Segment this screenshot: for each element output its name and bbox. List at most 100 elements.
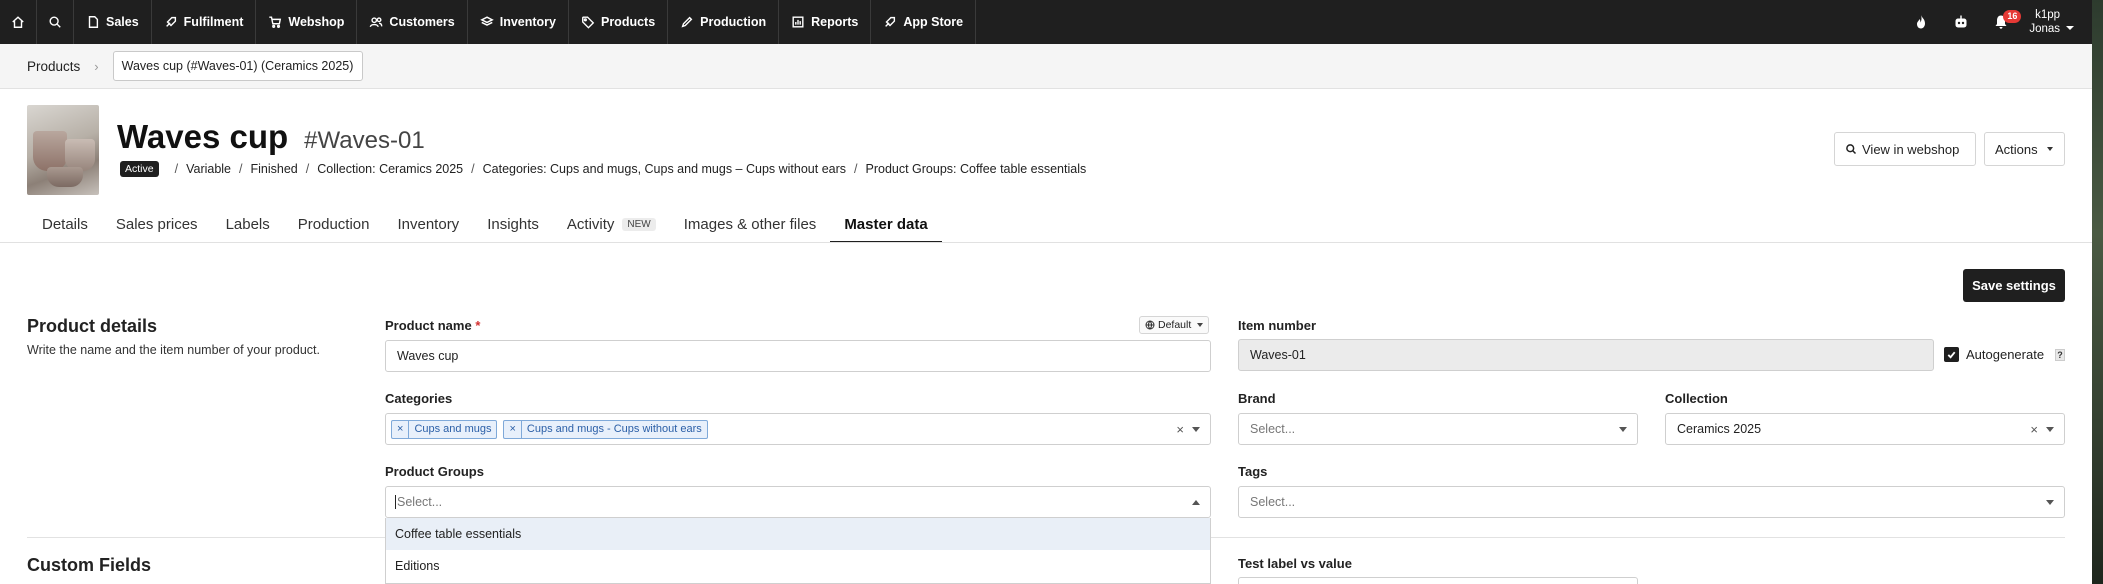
nav-fulfilment[interactable]: Fulfilment bbox=[152, 0, 257, 44]
tab-activity[interactable]: Activity NEW bbox=[553, 205, 670, 243]
breadcrumb-products-link[interactable]: Products bbox=[27, 59, 80, 74]
chevron-down-icon[interactable] bbox=[2046, 427, 2054, 432]
save-settings-button[interactable]: Save settings bbox=[1963, 269, 2065, 302]
tab-sales-prices[interactable]: Sales prices bbox=[102, 205, 212, 243]
clear-icon[interactable]: × bbox=[2030, 422, 2038, 437]
nav-customers[interactable]: Customers bbox=[357, 0, 468, 44]
user-menu[interactable]: k1pp Jonas bbox=[2021, 8, 2074, 36]
tab-label: Images & other files bbox=[683, 215, 817, 233]
nav-products[interactable]: Products bbox=[569, 0, 669, 44]
section-title-custom-fields: Custom Fields bbox=[27, 555, 152, 575]
search-button[interactable] bbox=[37, 0, 74, 44]
robot-button[interactable] bbox=[1941, 0, 1981, 44]
chevron-down-icon[interactable] bbox=[1619, 427, 1627, 432]
new-badge: NEW bbox=[622, 217, 656, 231]
meta-product-groups: Product Groups: Coffee table essentials bbox=[865, 162, 1087, 176]
chip-remove-button[interactable]: × bbox=[392, 420, 410, 438]
top-navigation: Sales Fulfilment Webshop Customers Inven… bbox=[0, 0, 2092, 44]
chevron-down-icon bbox=[1197, 323, 1204, 327]
tab-images-files[interactable]: Images & other files bbox=[670, 205, 831, 243]
home-button[interactable] bbox=[0, 0, 37, 44]
product-name-input[interactable]: Waves cup bbox=[385, 340, 1211, 372]
pencil-icon bbox=[681, 16, 693, 28]
tab-labels[interactable]: Labels bbox=[212, 205, 284, 243]
nav-production[interactable]: Production bbox=[668, 0, 780, 44]
tab-label: Production bbox=[297, 215, 370, 233]
help-icon[interactable]: ? bbox=[2055, 349, 2065, 361]
product-image[interactable] bbox=[27, 105, 99, 195]
actions-label: Actions bbox=[1995, 141, 2038, 157]
actions-button[interactable]: Actions bbox=[1984, 132, 2065, 166]
meta-categories: Categories: Cups and mugs, Cups and mugs… bbox=[482, 162, 847, 176]
language-select[interactable]: Default bbox=[1139, 316, 1210, 334]
chevron-down-icon bbox=[2066, 26, 2074, 30]
tab-insights[interactable]: Insights bbox=[473, 205, 553, 243]
document-icon bbox=[88, 16, 99, 28]
background-strip bbox=[2092, 0, 2103, 584]
globe-icon bbox=[1145, 320, 1155, 330]
chevron-down-icon[interactable] bbox=[2046, 500, 2054, 505]
nav-right-tools: 16 k1pp Jonas bbox=[1901, 0, 2092, 44]
chip-remove-button[interactable]: × bbox=[504, 420, 522, 438]
nav-reports-label: Reports bbox=[811, 15, 859, 29]
tab-label: Inventory bbox=[397, 215, 460, 233]
nav-webshop[interactable]: Webshop bbox=[256, 0, 358, 44]
collection-label: Collection bbox=[1665, 391, 1728, 406]
nav-sales-label: Sales bbox=[106, 15, 139, 29]
collection-value: Ceramics 2025 bbox=[1677, 422, 1762, 436]
chevron-up-icon[interactable] bbox=[1192, 500, 1200, 505]
user-name: Jonas bbox=[2029, 23, 2060, 35]
fire-button[interactable] bbox=[1901, 0, 1941, 44]
cart-icon bbox=[269, 16, 282, 28]
tabs-divider bbox=[0, 242, 2092, 243]
nav-sales[interactable]: Sales bbox=[74, 0, 152, 44]
tab-details[interactable]: Details bbox=[27, 205, 102, 243]
autogenerate-label[interactable]: Autogenerate bbox=[1966, 347, 2044, 362]
test-label-field-input[interactable] bbox=[1238, 577, 1638, 584]
status-badge: Active bbox=[120, 161, 159, 177]
tab-master-data[interactable]: Master data bbox=[830, 205, 943, 243]
chip-label: Cups and mugs bbox=[414, 423, 492, 435]
brand-label: Brand bbox=[1238, 391, 1276, 406]
brand-placeholder: Select... bbox=[1250, 422, 1296, 436]
layers-icon bbox=[479, 16, 494, 26]
brand-select[interactable]: Select... bbox=[1238, 413, 1638, 445]
tab-label: Labels bbox=[225, 215, 270, 233]
category-chip: × Cups and mugs bbox=[391, 419, 498, 439]
product-name-label: Product name * bbox=[385, 318, 480, 333]
dropdown-option[interactable]: Coffee table essentials bbox=[386, 518, 1210, 550]
categories-select[interactable]: × Cups and mugs × Cups and mugs - Cups w… bbox=[385, 413, 1211, 445]
autogenerate-checkbox[interactable] bbox=[1944, 347, 1959, 362]
tab-label: Master data bbox=[844, 215, 928, 233]
home-icon bbox=[12, 16, 24, 28]
fire-icon bbox=[1917, 15, 1926, 29]
tab-inventory[interactable]: Inventory bbox=[383, 205, 473, 243]
dropdown-option[interactable]: Editions bbox=[386, 550, 1210, 582]
nav-app-store-label: App Store bbox=[903, 15, 964, 29]
product-groups-select[interactable]: Select... bbox=[385, 486, 1211, 518]
nav-reports[interactable]: Reports bbox=[779, 0, 872, 44]
tab-bar: Details Sales prices Labels Production I… bbox=[27, 205, 943, 243]
rocket-icon bbox=[885, 16, 896, 27]
required-mark: * bbox=[475, 318, 481, 333]
nav-inventory[interactable]: Inventory bbox=[468, 0, 569, 44]
tags-select[interactable]: Select... bbox=[1238, 486, 2065, 518]
view-in-webshop-button[interactable]: View in webshop bbox=[1834, 132, 1976, 166]
chevron-down-icon[interactable] bbox=[1192, 427, 1200, 432]
collection-select[interactable]: Ceramics 2025 × bbox=[1665, 413, 2065, 445]
product-switcher-input[interactable]: Waves cup (#Waves-01) (Ceramics 2025) bbox=[112, 51, 363, 81]
search-icon bbox=[1846, 144, 1857, 155]
tab-production[interactable]: Production bbox=[284, 205, 384, 243]
tag-icon bbox=[582, 16, 595, 29]
item-number-input: Waves-01 bbox=[1238, 339, 1934, 371]
clear-icon[interactable]: × bbox=[1176, 422, 1184, 437]
robot-icon bbox=[1955, 15, 1967, 28]
nav-inventory-label: Inventory bbox=[499, 15, 556, 29]
notifications-button[interactable]: 16 bbox=[1981, 0, 2022, 44]
product-name-label-text: Product name bbox=[385, 318, 472, 333]
nav-app-store[interactable]: App Store bbox=[871, 0, 977, 44]
meta-separator: / bbox=[174, 162, 179, 176]
tab-label: Insights bbox=[487, 215, 539, 233]
breadcrumb: Products › Waves cup (#Waves-01) (Cerami… bbox=[0, 44, 2092, 89]
tab-label: Activity bbox=[566, 215, 615, 233]
